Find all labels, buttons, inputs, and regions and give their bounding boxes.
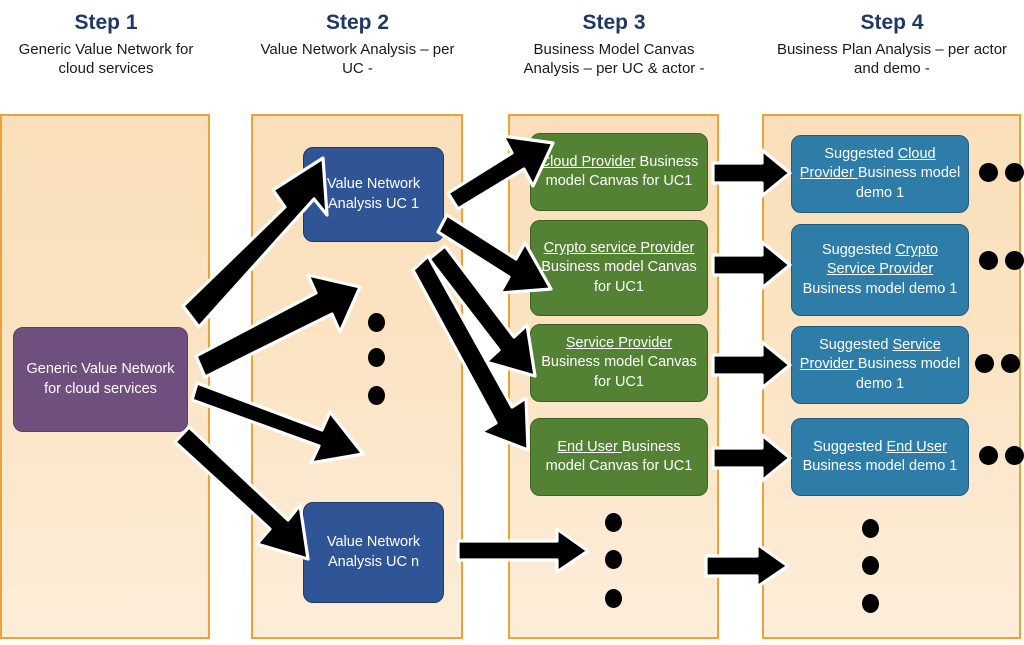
node-label: Suggested Cloud Provider Business model … — [799, 145, 961, 202]
node-label: Value Network Analysis UC n — [326, 534, 421, 570]
ellipsis-dot-step2 — [368, 386, 385, 405]
step-subtitle: Value Network Analysis – per UC - — [260, 40, 455, 78]
node-bmc-crypto-service-provider[interactable]: Crypto service Provider Business model C… — [530, 220, 708, 316]
continuation-dot-step4 — [975, 354, 994, 373]
column-header-step1: Step 1 Generic Value Network for cloud s… — [6, 10, 206, 78]
node-label: Suggested Service Provider Business mode… — [799, 336, 961, 393]
node-value-network-analysis-uc1[interactable]: Value Network Analysis UC 1 — [303, 147, 444, 242]
node-rest: Business model demo 1 — [855, 165, 961, 201]
step-title: Step 4 — [860, 11, 924, 34]
node-rest: Business model demo 1 — [802, 458, 958, 474]
continuation-dot-step4 — [1005, 163, 1024, 182]
node-generic-value-network[interactable]: Generic Value Network for cloud services — [13, 327, 188, 432]
node-label: Service Provider Business model Canvas f… — [538, 334, 700, 391]
node-rest: Business model demo 1 — [855, 356, 961, 392]
continuation-dot-step4 — [979, 163, 998, 182]
step-subtitle: Business Model Canvas Analysis – per UC … — [523, 40, 705, 78]
node-actor: End User — [886, 438, 947, 455]
node-bmc-end-user[interactable]: End User Business model Canvas for UC1 — [530, 418, 708, 496]
node-prefix: Suggested — [813, 438, 887, 455]
node-bmc-service-provider[interactable]: Service Provider Business model Canvas f… — [530, 324, 708, 402]
node-bp-end-user[interactable]: Suggested End User Business model demo 1 — [791, 418, 969, 496]
node-actor: End User — [557, 438, 622, 455]
node-value-network-analysis-ucn[interactable]: Value Network Analysis UC n — [303, 502, 444, 603]
step-title: Step 2 — [325, 11, 390, 34]
ellipsis-dot-step2 — [368, 348, 385, 367]
step-title: Step 1 — [74, 11, 138, 34]
continuation-dot-step4 — [1001, 354, 1020, 373]
node-rest: Business model demo 1 — [802, 280, 958, 297]
node-bp-service-provider[interactable]: Suggested Service Provider Business mode… — [791, 326, 969, 404]
node-label: Cloud Provider Business model Canvas for… — [538, 153, 700, 191]
node-label: Crypto service Provider Business model C… — [538, 239, 700, 296]
node-label: Value Network Analysis UC 1 — [326, 176, 421, 212]
node-prefix: Suggested — [824, 146, 898, 163]
node-bmc-cloud-provider[interactable]: Cloud Provider Business model Canvas for… — [530, 133, 708, 211]
node-actor: Service Provider — [565, 335, 673, 352]
ellipsis-dot-step4 — [862, 556, 879, 575]
ellipsis-dot-step4 — [862, 519, 879, 538]
column-header-step4: Step 4 Business Plan Analysis – per acto… — [764, 10, 1020, 78]
node-rest: Business model Canvas for UC1 — [541, 354, 697, 390]
continuation-dot-step4 — [979, 446, 998, 465]
node-actor: Cloud Provider — [539, 153, 636, 170]
continuation-dot-step4 — [1005, 446, 1024, 465]
ellipsis-dot-step2 — [368, 313, 385, 332]
node-label: End User Business model Canvas for UC1 — [538, 438, 700, 476]
node-actor: Crypto service Provider — [543, 240, 695, 257]
column-header-step2: Step 2 Value Network Analysis – per UC - — [255, 10, 460, 78]
step-subtitle: Generic Value Network for cloud services — [18, 40, 194, 78]
node-bp-cloud-provider[interactable]: Suggested Cloud Provider Business model … — [791, 135, 969, 213]
continuation-dot-step4 — [1005, 251, 1024, 270]
diagram-canvas: Step 1 Generic Value Network for cloud s… — [0, 0, 1024, 645]
step-title: Step 3 — [582, 11, 646, 34]
ellipsis-dot-step3 — [605, 589, 622, 608]
continuation-dot-step4 — [979, 251, 998, 270]
column-header-step3: Step 3 Business Model Canvas Analysis – … — [510, 10, 718, 78]
ellipsis-dot-step3 — [605, 550, 622, 569]
node-rest: Business model Canvas for UC1 — [541, 259, 697, 295]
node-prefix: Suggested — [821, 242, 896, 259]
node-label: Generic Value Network for cloud services — [26, 361, 175, 397]
step-subtitle: Business Plan Analysis – per actor and d… — [776, 40, 1008, 78]
ellipsis-dot-step4 — [862, 594, 879, 613]
node-label: Suggested End User Business model demo 1 — [799, 438, 961, 476]
node-prefix: Suggested — [819, 337, 893, 354]
node-label: Suggested Crypto Service Provider Busine… — [799, 241, 961, 298]
ellipsis-dot-step3 — [605, 513, 622, 532]
node-bp-crypto-service-provider[interactable]: Suggested Crypto Service Provider Busine… — [791, 224, 969, 316]
